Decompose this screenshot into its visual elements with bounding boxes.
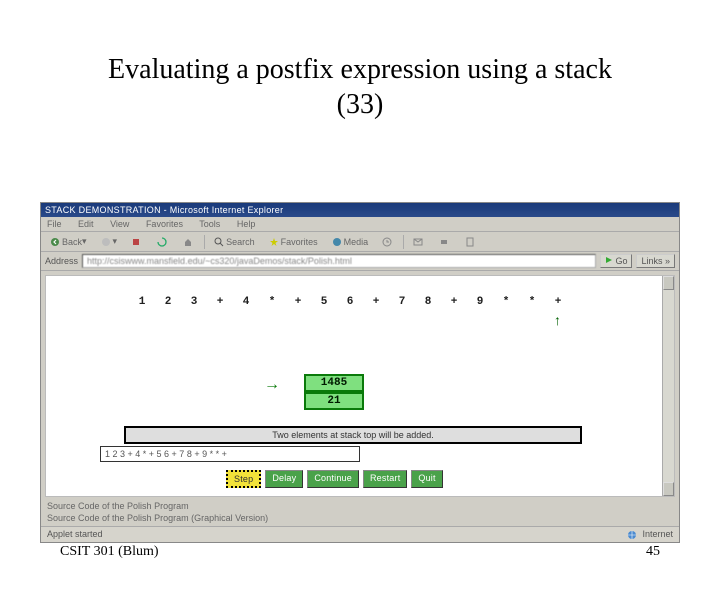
restart-button[interactable]: Restart	[363, 470, 407, 488]
address-bar: Address http://csiswww.mansfield.edu/~cs…	[41, 252, 679, 271]
expression-token: 7	[398, 296, 406, 308]
address-input[interactable]: http://csiswww.mansfield.edu/~cs320/java…	[82, 254, 596, 268]
media-icon	[332, 237, 342, 247]
media-label: Media	[344, 237, 369, 247]
stack-below-cell: 21	[304, 392, 364, 410]
favorites-label: Favorites	[281, 237, 318, 247]
stop-button[interactable]	[126, 235, 148, 249]
expression-token: 3	[190, 296, 198, 308]
slide-number: 45	[646, 544, 660, 560]
toolbar: Back ▾ ▾ Search Favorites Media	[41, 232, 679, 252]
refresh-button[interactable]	[152, 235, 174, 249]
toolbar-separator	[403, 235, 404, 249]
stack-top-cell: 1485	[304, 374, 364, 392]
print-button[interactable]	[434, 235, 456, 249]
back-label: Back	[62, 237, 82, 247]
expression-token: *	[268, 296, 276, 308]
back-arrow-icon	[50, 237, 60, 247]
expression-token: 4	[242, 296, 250, 308]
pointer-arrow-icon: ↑	[554, 312, 561, 328]
expression-token: +	[554, 296, 562, 308]
source-link-1[interactable]: Source Code of the Polish Program	[47, 501, 673, 513]
search-label: Search	[226, 237, 255, 247]
slide-title-line2: (33)	[337, 89, 384, 120]
menu-edit[interactable]: Edit	[78, 219, 94, 229]
expression-token: +	[216, 296, 224, 308]
search-icon	[214, 237, 224, 247]
globe-icon	[627, 530, 637, 540]
statusbar-left: Applet started	[47, 529, 103, 540]
continue-button[interactable]: Continue	[307, 470, 359, 488]
window-titlebar: STACK DEMONSTRATION - Microsoft Internet…	[41, 203, 679, 217]
expression-token: 1	[138, 296, 146, 308]
browser-window: STACK DEMONSTRATION - Microsoft Internet…	[40, 202, 680, 543]
edit-icon	[465, 237, 475, 247]
stop-icon	[131, 237, 141, 247]
expression-row: 1 2 3 +4 * +5 6 +7 8 +9 * * +	[138, 296, 562, 308]
favorites-button[interactable]: Favorites	[264, 235, 323, 249]
applet-area: 1 2 3 +4 * +5 6 +7 8 +9 * * + ↑ → 1485 21 Two elemen…	[45, 275, 675, 497]
mail-button[interactable]	[408, 235, 430, 249]
quit-button[interactable]: Quit	[411, 470, 442, 488]
scrollbar-vertical[interactable]	[662, 276, 674, 496]
source-link-2[interactable]: Source Code of the Polish Program (Graph…	[47, 513, 673, 525]
step-button[interactable]: Step	[226, 470, 261, 488]
menu-help[interactable]: Help	[237, 219, 256, 229]
mail-icon	[413, 237, 423, 247]
menu-view[interactable]: View	[110, 219, 129, 229]
statusbar-zone: Internet	[627, 529, 673, 540]
status-message: Two elements at stack top will be added.	[124, 426, 582, 444]
menu-file[interactable]: File	[47, 219, 62, 229]
edit-button[interactable]	[460, 235, 482, 249]
media-button[interactable]: Media	[327, 235, 374, 249]
refresh-icon	[157, 237, 167, 247]
history-icon	[382, 237, 392, 247]
star-icon	[269, 237, 279, 247]
history-button[interactable]	[377, 235, 399, 249]
home-button[interactable]	[178, 235, 200, 249]
expression-token: +	[372, 296, 380, 308]
forward-arrow-icon	[101, 237, 111, 247]
slide-footer-left: CSIT 301 (Blum)	[60, 544, 159, 560]
menu-tools[interactable]: Tools	[199, 219, 220, 229]
go-button[interactable]: Go	[600, 254, 633, 268]
expression-token: 9	[476, 296, 484, 308]
go-label: Go	[615, 256, 627, 266]
slide-title-line1: Evaluating a postfix expression using a …	[108, 54, 612, 85]
statusbar-right: Internet	[642, 529, 673, 539]
slide-title: Evaluating a postfix expression using a …	[0, 52, 720, 122]
delay-button[interactable]: Delay	[265, 470, 303, 488]
menu-favorites[interactable]: Favorites	[146, 219, 183, 229]
expression-token: 8	[424, 296, 432, 308]
toolbar-separator	[204, 235, 205, 249]
search-button[interactable]: Search	[209, 235, 260, 249]
print-icon	[439, 237, 449, 247]
expression-token: 2	[164, 296, 172, 308]
links-button[interactable]: Links »	[636, 254, 675, 268]
expression-token: *	[502, 296, 510, 308]
back-button[interactable]: Back ▾	[45, 234, 92, 249]
expression-token: +	[294, 296, 302, 308]
expression-token: 6	[346, 296, 354, 308]
menu-bar: File Edit View Favorites Tools Help	[41, 217, 679, 232]
expression-token: 5	[320, 296, 328, 308]
expression-token: *	[528, 296, 536, 308]
expression-token: +	[450, 296, 458, 308]
source-links: Source Code of the Polish Program Source…	[47, 501, 673, 524]
control-buttons: Step Delay Continue Restart Quit	[226, 470, 443, 488]
stack-pointer-arrow-icon: →	[264, 376, 280, 394]
home-icon	[183, 237, 193, 247]
address-label: Address	[45, 256, 78, 266]
go-arrow-icon	[605, 256, 613, 264]
expression-input[interactable]: 1 2 3 + 4 * + 5 6 + 7 8 + 9 * * +	[100, 446, 360, 462]
forward-button[interactable]: ▾	[96, 234, 123, 249]
